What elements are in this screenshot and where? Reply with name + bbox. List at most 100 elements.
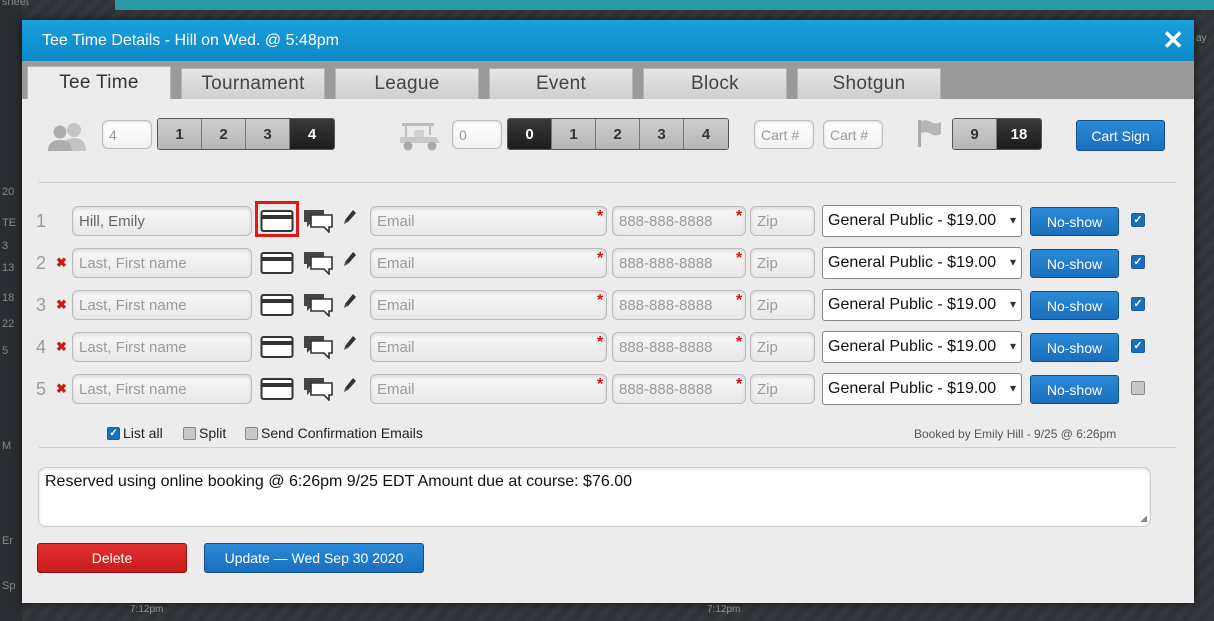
send-emails-checkbox[interactable] — [245, 426, 258, 440]
player-checkbox[interactable]: ✓ — [1131, 297, 1145, 311]
flag-icon — [918, 120, 941, 147]
send-emails-label: Send Confirmation Emails — [261, 425, 423, 441]
rate-select[interactable]: General Public - $19.00 ▾ — [822, 331, 1022, 363]
cart-count-option-1[interactable]: 1 — [552, 119, 596, 149]
pencil-icon[interactable] — [342, 375, 358, 393]
player-number: 4 — [36, 337, 47, 357]
split-checkbox[interactable] — [183, 426, 196, 440]
no-show-button[interactable]: No-show — [1030, 207, 1119, 236]
credit-card-icon[interactable] — [260, 250, 294, 276]
player-number: 3 — [36, 295, 47, 315]
player-checkbox[interactable]: ✓ — [1131, 339, 1145, 353]
required-marker: * — [736, 250, 743, 267]
player-name-input[interactable]: Hill, Emily — [72, 206, 252, 236]
pencil-icon[interactable] — [342, 207, 358, 225]
list-all-option[interactable]: ✓ List all — [107, 425, 163, 441]
background-label: ay — [1196, 33, 1207, 44]
divider — [39, 182, 1176, 183]
zip-input[interactable]: Zip — [750, 206, 815, 236]
rate-select[interactable]: General Public - $19.00 ▾ — [822, 205, 1022, 237]
cart-count-option-3[interactable]: 3 — [640, 119, 684, 149]
rate-select[interactable]: General Public - $19.00 ▾ — [822, 289, 1022, 321]
tab-tee-time[interactable]: Tee Time — [27, 66, 171, 99]
credit-card-icon[interactable] — [260, 376, 294, 402]
chat-bubbles-icon[interactable] — [302, 375, 334, 401]
zip-input[interactable]: Zip — [750, 332, 815, 362]
email-input[interactable]: Email — [370, 290, 607, 320]
notes-textarea[interactable]: Reserved using online booking @ 6:26pm 9… — [38, 467, 1151, 527]
pencil-icon[interactable] — [342, 333, 358, 351]
list-all-checkbox[interactable]: ✓ — [107, 426, 120, 440]
player-name-input[interactable]: Last, First name — [72, 290, 252, 320]
email-input[interactable]: Email — [370, 332, 607, 362]
email-input[interactable]: Email — [370, 248, 607, 278]
credit-card-icon[interactable] — [260, 334, 294, 360]
chat-bubbles-icon[interactable] — [302, 249, 334, 275]
close-icon[interactable]: ✕ — [1162, 27, 1184, 53]
delete-button[interactable]: Delete — [37, 543, 187, 573]
player-name-input[interactable]: Last, First name — [72, 248, 252, 278]
player-name-input[interactable]: Last, First name — [72, 332, 252, 362]
zip-input[interactable]: Zip — [750, 248, 815, 278]
player-checkbox[interactable]: ✓ — [1131, 255, 1145, 269]
update-button[interactable]: Update — Wed Sep 30 2020 — [204, 543, 424, 573]
email-input[interactable]: Email — [370, 374, 607, 404]
no-show-button[interactable]: No-show — [1030, 249, 1119, 278]
holes-option-9[interactable]: 9 — [953, 119, 997, 149]
chat-bubbles-icon[interactable] — [302, 291, 334, 317]
player-count-input[interactable]: 4 — [102, 120, 152, 149]
no-show-button[interactable]: No-show — [1030, 375, 1119, 404]
zip-input[interactable]: Zip — [750, 374, 815, 404]
resize-handle-icon[interactable]: ◢ — [1140, 513, 1147, 524]
cart-count-option-0[interactable]: 0 — [508, 119, 552, 149]
split-option[interactable]: Split — [183, 425, 226, 441]
player-count-option-2[interactable]: 2 — [202, 119, 246, 149]
phone-input[interactable]: 888-888-8888 — [612, 290, 746, 320]
tab-shotgun[interactable]: Shotgun — [797, 68, 941, 99]
no-show-button[interactable]: No-show — [1030, 333, 1119, 362]
player-row: 3 ✖ Last, First name Email * 888-888-8888 * Zip… — [22, 288, 1194, 324]
remove-player-icon[interactable]: ✖ — [56, 255, 67, 271]
chevron-down-icon: ▾ — [1009, 213, 1016, 227]
tee-time-details-modal: Tee Time Details - Hill on Wed. @ 5:48pm… — [22, 20, 1194, 603]
send-emails-option[interactable]: Send Confirmation Emails — [245, 425, 423, 441]
tab-league[interactable]: League — [335, 68, 479, 99]
player-count-option-3[interactable]: 3 — [246, 119, 290, 149]
tab-block[interactable]: Block — [643, 68, 787, 99]
rate-select[interactable]: General Public - $19.00 ▾ — [822, 373, 1022, 405]
required-marker: * — [736, 334, 743, 351]
required-marker: * — [597, 292, 604, 309]
remove-player-icon[interactable]: ✖ — [56, 297, 67, 313]
chat-bubbles-icon[interactable] — [302, 333, 334, 359]
cart-count-input[interactable]: 0 — [452, 120, 502, 149]
email-input[interactable]: Email — [370, 206, 607, 236]
remove-player-icon[interactable]: ✖ — [56, 339, 67, 355]
zip-input[interactable]: Zip — [750, 290, 815, 320]
remove-player-icon[interactable]: ✖ — [56, 381, 67, 397]
no-show-button[interactable]: No-show — [1030, 291, 1119, 320]
holes-option-18[interactable]: 18 — [997, 119, 1041, 149]
player-checkbox[interactable]: ✓ — [1131, 213, 1145, 227]
pencil-icon[interactable] — [342, 291, 358, 309]
tab-tournament[interactable]: Tournament — [181, 68, 325, 99]
cart-number-input[interactable]: Cart # — [754, 120, 814, 149]
phone-input[interactable]: 888-888-8888 — [612, 248, 746, 278]
rate-select[interactable]: General Public - $19.00 ▾ — [822, 247, 1022, 279]
cart-count-option-4[interactable]: 4 — [684, 119, 728, 149]
phone-input[interactable]: 888-888-8888 — [612, 332, 746, 362]
player-checkbox[interactable] — [1131, 381, 1145, 395]
phone-input[interactable]: 888-888-8888 — [612, 206, 746, 236]
pencil-icon[interactable] — [342, 249, 358, 267]
holes-selector: 9 18 — [952, 118, 1042, 150]
chat-bubbles-icon[interactable] — [302, 207, 334, 233]
player-name-input[interactable]: Last, First name — [72, 374, 252, 404]
tab-event[interactable]: Event — [489, 68, 633, 99]
phone-input[interactable]: 888-888-8888 — [612, 374, 746, 404]
credit-card-icon[interactable] — [260, 292, 294, 318]
player-count-option-4[interactable]: 4 — [290, 119, 334, 149]
cart-number-input[interactable]: Cart # — [823, 120, 883, 149]
rate-select-value: General Public - $19.00 — [828, 254, 997, 271]
cart-count-option-2[interactable]: 2 — [596, 119, 640, 149]
player-count-option-1[interactable]: 1 — [158, 119, 202, 149]
cart-sign-button[interactable]: Cart Sign — [1076, 120, 1165, 151]
